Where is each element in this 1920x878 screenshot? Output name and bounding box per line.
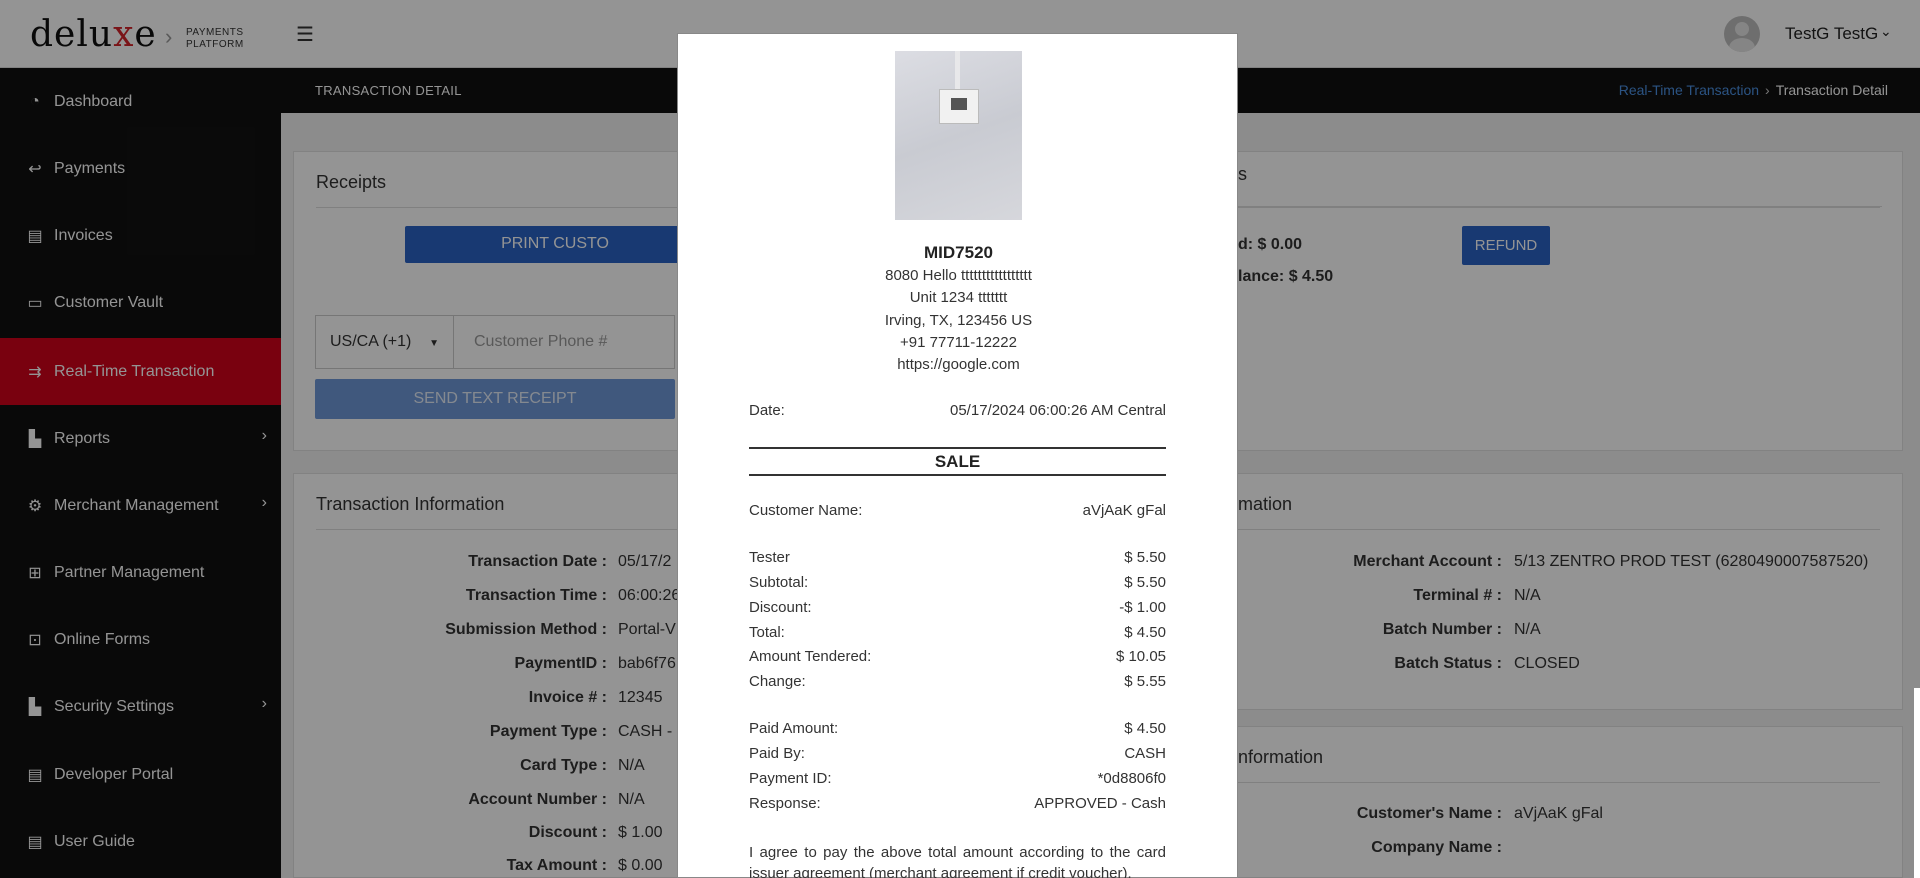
divider [749, 474, 1166, 476]
receipt-address-line: Irving, TX, 123456 US [884, 312, 1033, 329]
receipt-transaction-type: SALE [934, 452, 981, 471]
photo-device-screen [951, 98, 967, 110]
receipt-row-label: Discount: [749, 599, 812, 616]
receipt-row-value: $ 5.50 [1124, 549, 1166, 566]
receipt-row-label: Subtotal: [749, 574, 809, 591]
receipt-row-label: Change: [749, 673, 806, 690]
divider [749, 447, 1166, 449]
receipt-merchant-id: MID7520 [924, 243, 993, 262]
receipt-row-value: $ 5.55 [1124, 673, 1166, 690]
receipt-row-label: Date: [749, 402, 785, 419]
receipt-row-label: Total: [749, 624, 785, 641]
merchant-logo-image [895, 51, 1022, 220]
receipt-row-value: $ 4.50 [1124, 720, 1166, 737]
page-scrollbar[interactable] [1914, 688, 1920, 878]
photo-device [939, 89, 979, 124]
receipt-row-value: APPROVED - Cash [1034, 795, 1166, 812]
receipt-row-value: aVjAaK gFal [1082, 502, 1166, 519]
receipt-row-label: Paid Amount: [749, 720, 839, 737]
receipt-row-value: $ 10.05 [1115, 648, 1166, 665]
receipt-row-label: Tester [749, 549, 790, 566]
receipt-row-label: Payment ID: [749, 770, 832, 787]
receipt-row-value: CASH [1124, 745, 1166, 762]
receipt-modal: MID7520 8080 Hello ttttttttttttttttt Uni… [677, 33, 1238, 878]
receipt-row-label: Response: [749, 795, 821, 812]
receipt-address-line: Unit 1234 ttttttt [909, 289, 1008, 306]
receipt-website: https://google.com [897, 356, 1020, 373]
receipt-row-value: $ 5.50 [1124, 574, 1166, 591]
receipt-row-label: Paid By: [749, 745, 805, 762]
receipt-agreement-text: I agree to pay the above total amount ac… [749, 844, 1166, 878]
receipt-phone: +91 77711-12222 [900, 334, 1017, 351]
receipt-row-label: Customer Name: [749, 502, 863, 519]
receipt-row-value: 05/17/2024 06:00:26 AM Central [950, 402, 1166, 419]
receipt-row-value: -$ 1.00 [1119, 599, 1166, 616]
receipt-row-value: *0d8806f0 [1097, 770, 1166, 787]
receipt-address-line: 8080 Hello ttttttttttttttttt [885, 267, 1032, 284]
receipt-row-label: Amount Tendered: [749, 648, 872, 665]
photo-wire [955, 51, 960, 91]
receipt-row-value: $ 4.50 [1124, 624, 1166, 641]
